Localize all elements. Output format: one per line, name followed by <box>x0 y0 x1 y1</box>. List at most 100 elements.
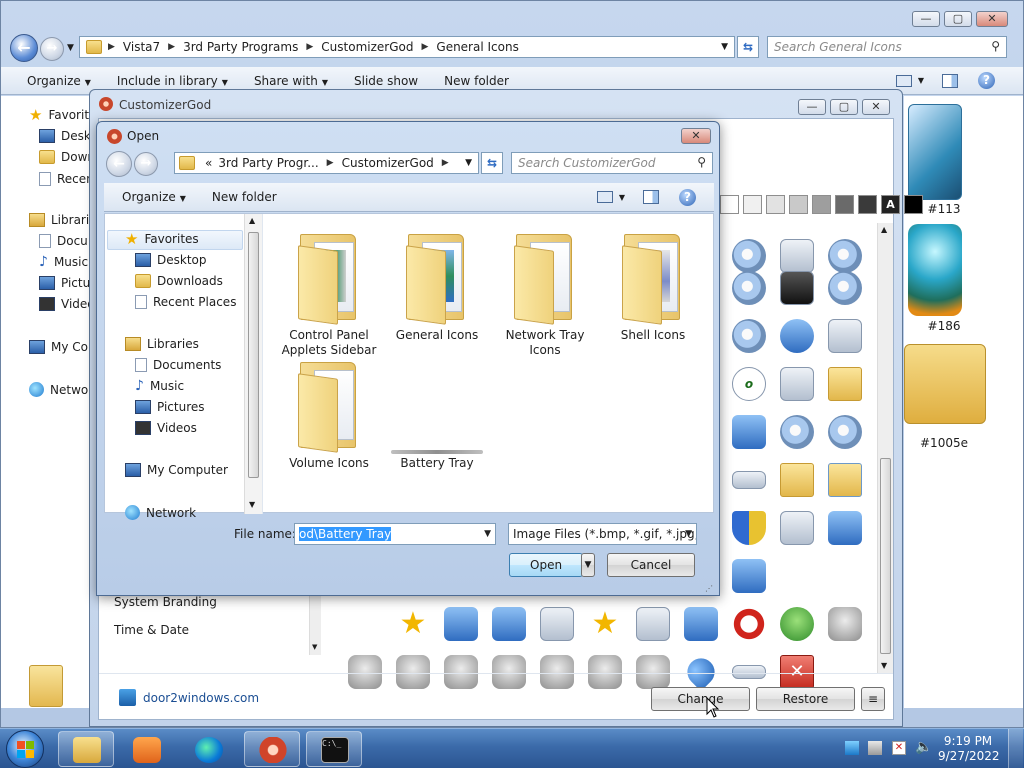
breadcrumb-item[interactable]: 3rd Party Progr... <box>218 156 318 170</box>
close-button[interactable]: ✕ <box>862 99 890 115</box>
folder-blue-icon[interactable] <box>780 463 814 497</box>
nav-music[interactable]: ♪ Music <box>39 255 88 269</box>
nav-libraries[interactable]: Librarie <box>29 213 97 227</box>
maximize-button[interactable]: ▢ <box>830 99 858 115</box>
scroll-down-icon[interactable]: ▼ <box>312 643 317 651</box>
lock-warning-icon[interactable] <box>396 655 430 689</box>
open-button[interactable]: Open <box>509 553 583 577</box>
search-icon[interactable]: ⚲ <box>697 155 706 169</box>
sidebar-scrollbar[interactable]: ▼ <box>309 587 321 655</box>
new-folder-button[interactable]: New folder <box>212 190 277 204</box>
taskbar-media-player[interactable] <box>118 731 174 767</box>
organize-menu[interactable]: Organize ▼ <box>27 74 91 88</box>
show-desktop-button[interactable] <box>1008 729 1023 768</box>
search-input[interactable]: Search CustomizerGod ⚲ <box>511 152 713 174</box>
color-tile[interactable] <box>812 195 831 214</box>
action-center-icon[interactable] <box>845 741 859 755</box>
pin-flat-icon[interactable] <box>732 665 766 679</box>
include-in-library-menu[interactable]: Include in library ▼ <box>117 74 228 88</box>
nav-network[interactable]: Network <box>125 505 196 520</box>
lock-warning-icon[interactable] <box>636 655 670 689</box>
icon-grid-scrollbar[interactable]: ▲ ▼ <box>877 223 893 673</box>
file-item[interactable]: Battery Tray <box>385 358 489 471</box>
view-icon[interactable] <box>596 191 613 203</box>
breadcrumb-item[interactable]: Vista7 <box>123 40 160 54</box>
taskbar-customizergod[interactable] <box>244 731 300 767</box>
lock-icon[interactable] <box>540 655 574 689</box>
forward-button[interactable]: → <box>40 37 64 61</box>
view-dropdown-icon[interactable]: ▼ <box>619 193 625 202</box>
nav-videos[interactable]: Videos <box>135 421 197 435</box>
close-button[interactable]: ✕ <box>681 128 711 144</box>
color-tile[interactable] <box>766 195 785 214</box>
view-icon[interactable] <box>895 74 912 87</box>
door2windows-link[interactable]: door2windows.com <box>143 691 259 705</box>
help-icon[interactable]: ? <box>978 72 995 89</box>
folder-item[interactable]: Network Tray Icons <box>493 230 597 358</box>
music-icon[interactable] <box>684 607 718 641</box>
nav-documents[interactable]: Docu <box>39 234 88 248</box>
taskbar-command-prompt[interactable]: C:\_ <box>306 731 362 767</box>
unknown-disc-icon[interactable] <box>732 319 766 353</box>
library-icon[interactable] <box>780 367 814 401</box>
nav-documents[interactable]: Documents <box>135 358 221 372</box>
nav-desktop[interactable]: Deskt <box>39 129 96 143</box>
slide-show-button[interactable]: Slide show <box>354 74 418 88</box>
star-icon[interactable]: ★ <box>588 607 622 641</box>
folder-item[interactable]: Shell Icons <box>601 230 705 343</box>
back-button[interactable]: ← <box>10 34 38 62</box>
scroll-up-icon[interactable]: ▲ <box>881 225 887 234</box>
preview-pane-icon[interactable] <box>643 190 659 204</box>
nav-downloads[interactable]: Down <box>39 150 95 164</box>
monitor-icon[interactable] <box>444 607 478 641</box>
color-tile[interactable] <box>904 195 923 214</box>
disc-drive-icon[interactable] <box>828 271 862 305</box>
image-thumbnail-icon[interactable] <box>908 104 962 200</box>
printer-icon[interactable] <box>780 511 814 545</box>
address-dropdown-icon[interactable]: ▼ <box>721 42 728 52</box>
lock-icon[interactable] <box>444 655 478 689</box>
notification-icon[interactable]: ✕ <box>892 741 906 755</box>
o-icon[interactable]: o <box>732 367 766 401</box>
volume-icon[interactable]: 🔈 <box>915 739 932 755</box>
nav-libraries[interactable]: Libraries <box>125 337 199 351</box>
back-button[interactable]: ← <box>106 151 132 177</box>
no-entry-icon[interactable] <box>732 607 766 641</box>
dvd-icon[interactable] <box>732 271 766 305</box>
printer-icon[interactable] <box>540 607 574 641</box>
nav-my-computer[interactable]: My Computer <box>125 463 228 477</box>
scroll-down-icon[interactable]: ▼ <box>881 661 887 670</box>
color-tile[interactable] <box>858 195 877 214</box>
nav-computer[interactable]: My Cor <box>29 340 93 354</box>
media-folder-icon[interactable] <box>904 344 986 424</box>
nav-network[interactable]: Networ <box>29 382 93 397</box>
restore-button[interactable]: Restore <box>756 687 855 711</box>
user-icon[interactable] <box>780 607 814 641</box>
resize-grip-icon[interactable]: ⋰ <box>705 584 713 593</box>
maximize-button[interactable]: ▢ <box>944 11 972 27</box>
start-button[interactable] <box>6 730 44 768</box>
scrollbar-thumb[interactable] <box>880 458 891 654</box>
file-name-input[interactable]: od\Battery Tray ▼ <box>294 523 496 545</box>
star-icon[interactable]: ★ <box>396 607 430 641</box>
new-folder-button[interactable]: New folder <box>444 74 509 88</box>
monitor-icon[interactable] <box>492 607 526 641</box>
clock[interactable]: 9:19 PM 9/27/2022 <box>938 734 1000 764</box>
scroll-up-icon[interactable]: ▲ <box>249 216 255 225</box>
breadcrumb-item[interactable]: CustomizerGod <box>321 40 413 54</box>
view-dropdown-icon[interactable]: ▼ <box>918 76 924 85</box>
refresh-button[interactable]: ⇆ <box>481 152 503 174</box>
change-button[interactable]: Change <box>651 687 750 711</box>
menu-button[interactable]: ≡ <box>861 687 885 711</box>
file-label[interactable]: #1005e <box>904 436 984 450</box>
nav-downloads[interactable]: Downloads <box>135 274 223 288</box>
nav-music[interactable]: ♪ Music <box>135 379 184 393</box>
organize-menu[interactable]: Organize ▼ <box>122 190 186 204</box>
color-tile[interactable] <box>720 195 739 214</box>
sidebar-item-system-branding[interactable]: System Branding <box>114 595 217 609</box>
nav-favorites[interactable]: ★ Favorites <box>125 232 199 247</box>
pin-icon[interactable] <box>681 652 721 692</box>
recent-pages-dropdown[interactable]: ▼ <box>67 43 74 53</box>
folder-icon[interactable] <box>828 367 862 401</box>
nav-desktop[interactable]: Desktop <box>135 253 207 267</box>
